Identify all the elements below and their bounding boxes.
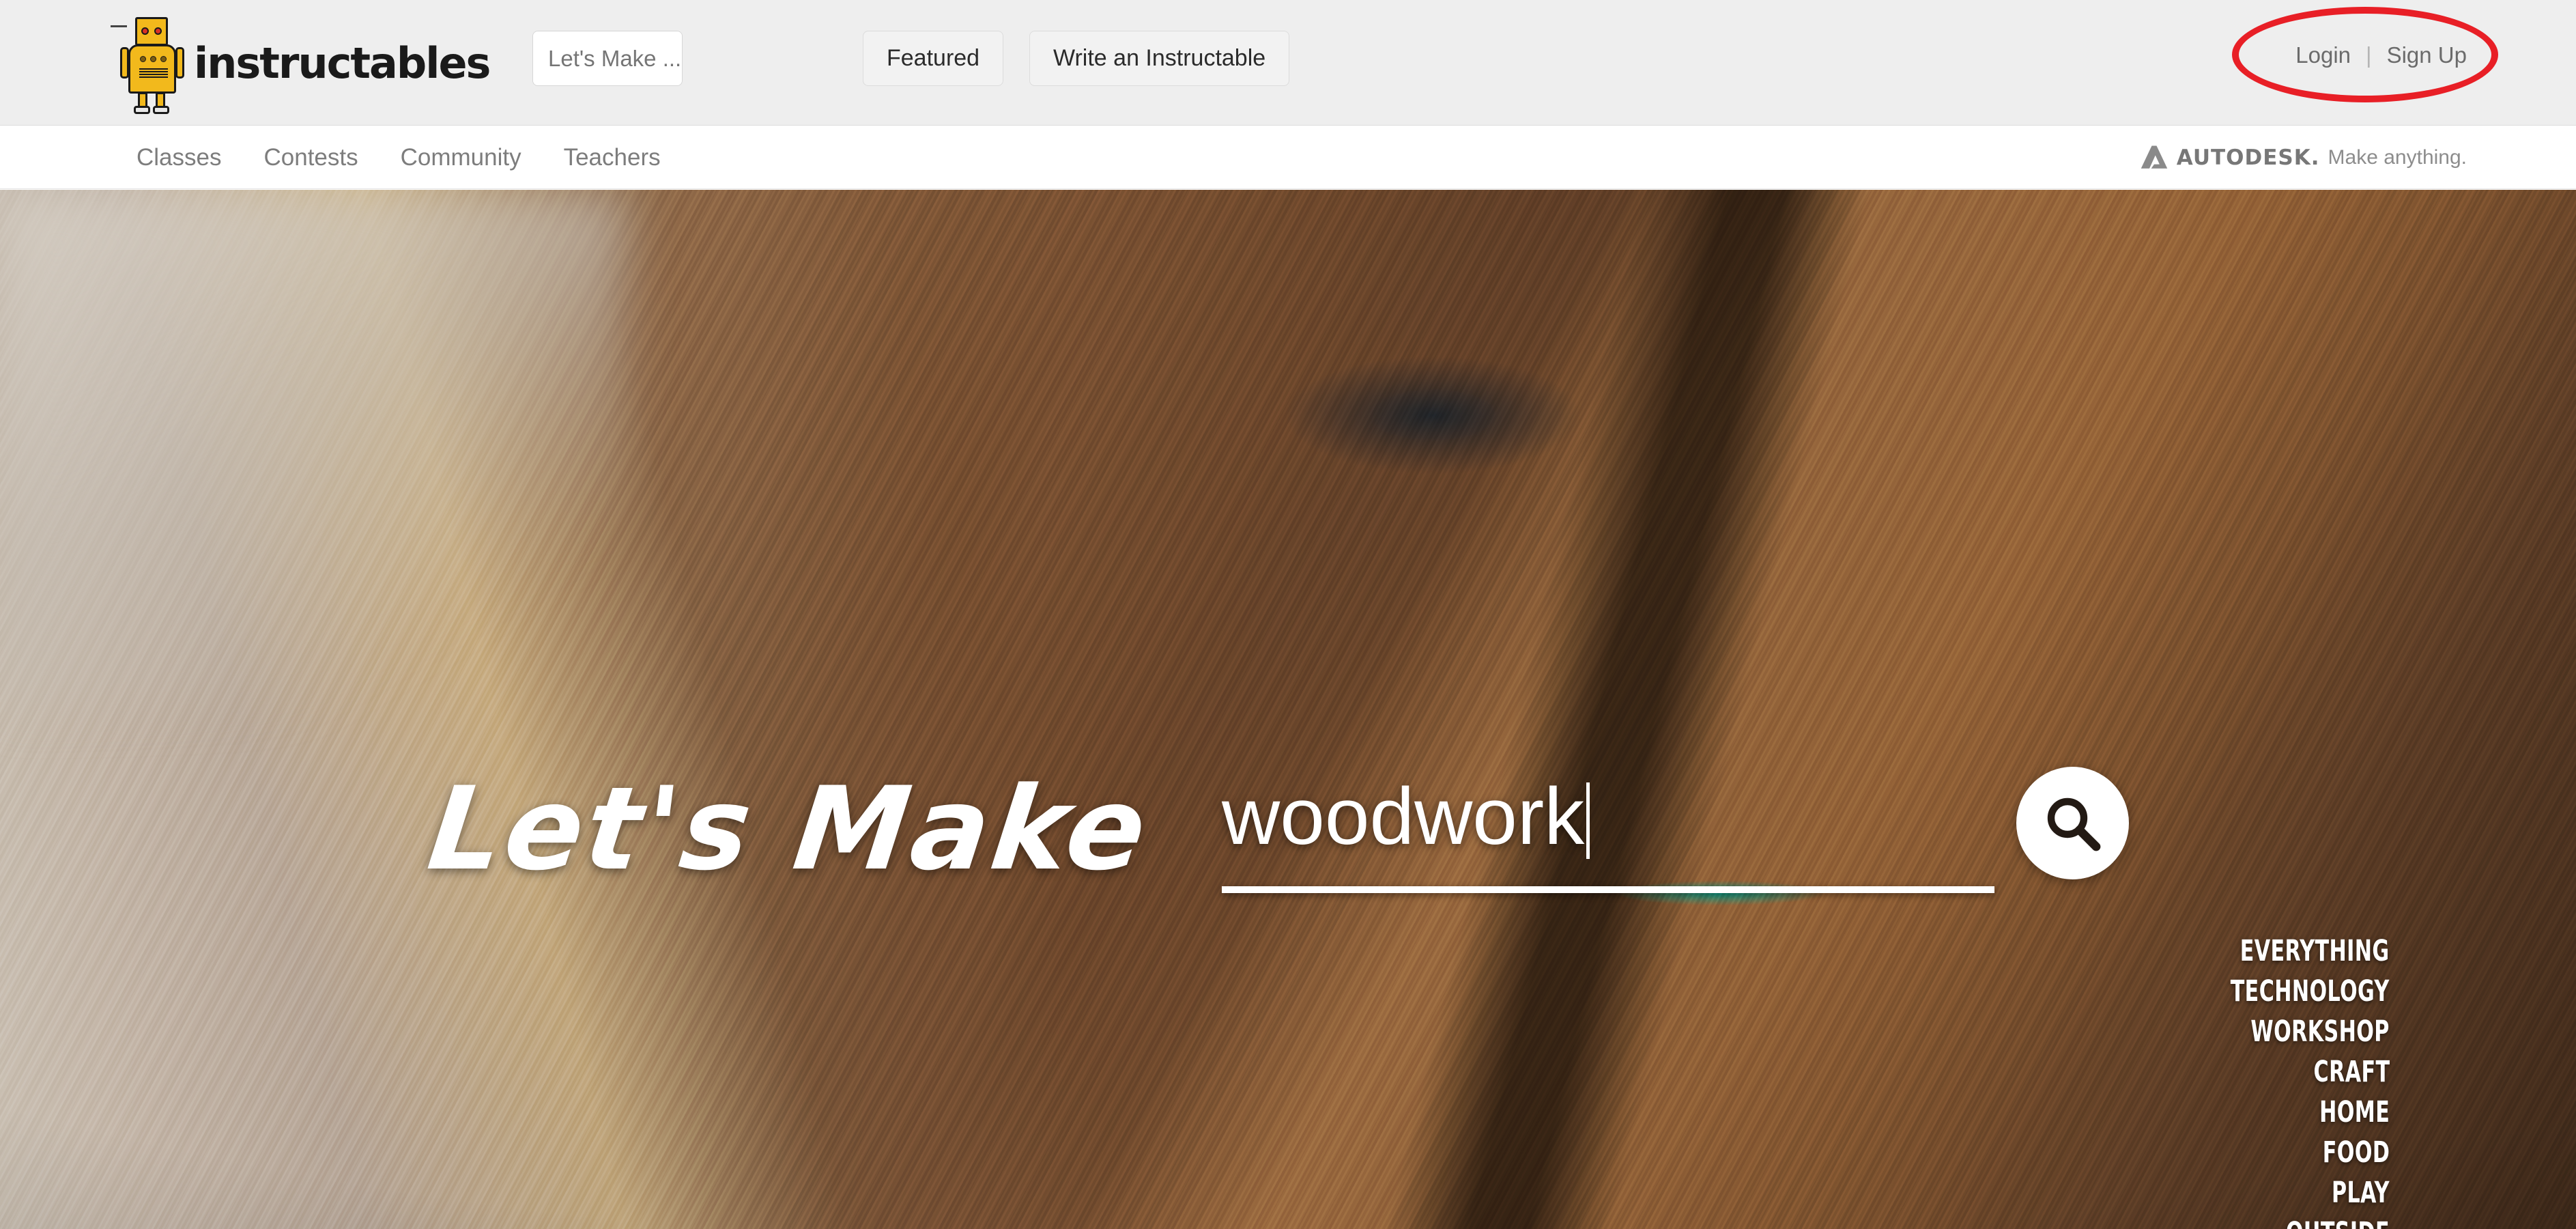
featured-button[interactable]: Featured bbox=[863, 31, 1004, 86]
account-links: Login | Sign Up bbox=[2295, 42, 2467, 68]
top-header: instructables Featured Write an Instruct… bbox=[0, 0, 2576, 126]
hero-search-field[interactable]: woodwork bbox=[1222, 767, 1994, 893]
nav-item-classes[interactable]: Classes bbox=[137, 144, 221, 171]
hero-section: Let's Make woodwork EVERYTHING TECHNOLOG… bbox=[0, 190, 2576, 1229]
category-outside[interactable]: OUTSIDE bbox=[2286, 1216, 2390, 1229]
nav-item-contests[interactable]: Contests bbox=[263, 144, 358, 171]
account-separator: | bbox=[2366, 42, 2372, 68]
search-input[interactable] bbox=[533, 31, 682, 85]
logo-wordmark: instructables bbox=[194, 38, 491, 88]
category-play[interactable]: PLAY bbox=[2332, 1176, 2390, 1210]
autodesk-tagline: Make anything. bbox=[2328, 146, 2467, 169]
instructables-robot-icon bbox=[111, 12, 184, 114]
header-search[interactable] bbox=[532, 31, 683, 86]
nav-item-teachers[interactable]: Teachers bbox=[564, 144, 661, 171]
autodesk-logo-icon bbox=[2141, 145, 2168, 169]
hero-headline: Let's Make bbox=[421, 762, 1156, 896]
login-link[interactable]: Login bbox=[2295, 42, 2351, 68]
signup-link[interactable]: Sign Up bbox=[2387, 42, 2467, 68]
search-icon bbox=[2047, 797, 2100, 851]
category-technology[interactable]: TECHNOLOGY bbox=[2231, 974, 2390, 1008]
category-home[interactable]: HOME bbox=[2319, 1095, 2390, 1129]
hero-search-value-wrap: woodwork bbox=[1222, 770, 1590, 863]
write-instructable-button[interactable]: Write an Instructable bbox=[1029, 31, 1290, 86]
hero-search-value: woodwork bbox=[1222, 772, 1585, 862]
category-list: EVERYTHING TECHNOLOGY WORKSHOP CRAFT HOM… bbox=[2186, 934, 2390, 1229]
nav-item-community[interactable]: Community bbox=[401, 144, 521, 171]
text-cursor bbox=[1586, 782, 1590, 859]
category-craft[interactable]: CRAFT bbox=[2313, 1055, 2390, 1089]
autodesk-wordmark: AUTODESK. bbox=[2176, 145, 2320, 170]
secondary-nav: Classes Contests Community Teachers AUTO… bbox=[0, 126, 2576, 189]
category-food[interactable]: FOOD bbox=[2322, 1135, 2390, 1170]
category-everything[interactable]: EVERYTHING bbox=[2240, 934, 2390, 968]
secondary-nav-links: Classes Contests Community Teachers bbox=[137, 126, 661, 189]
autodesk-branding[interactable]: AUTODESK. Make anything. bbox=[2140, 126, 2467, 189]
category-workshop[interactable]: WORKSHOP bbox=[2251, 1015, 2390, 1049]
site-logo[interactable]: instructables bbox=[111, 8, 491, 117]
hero-search-button[interactable] bbox=[2016, 767, 2129, 879]
hero-search-underline bbox=[1222, 886, 1994, 893]
